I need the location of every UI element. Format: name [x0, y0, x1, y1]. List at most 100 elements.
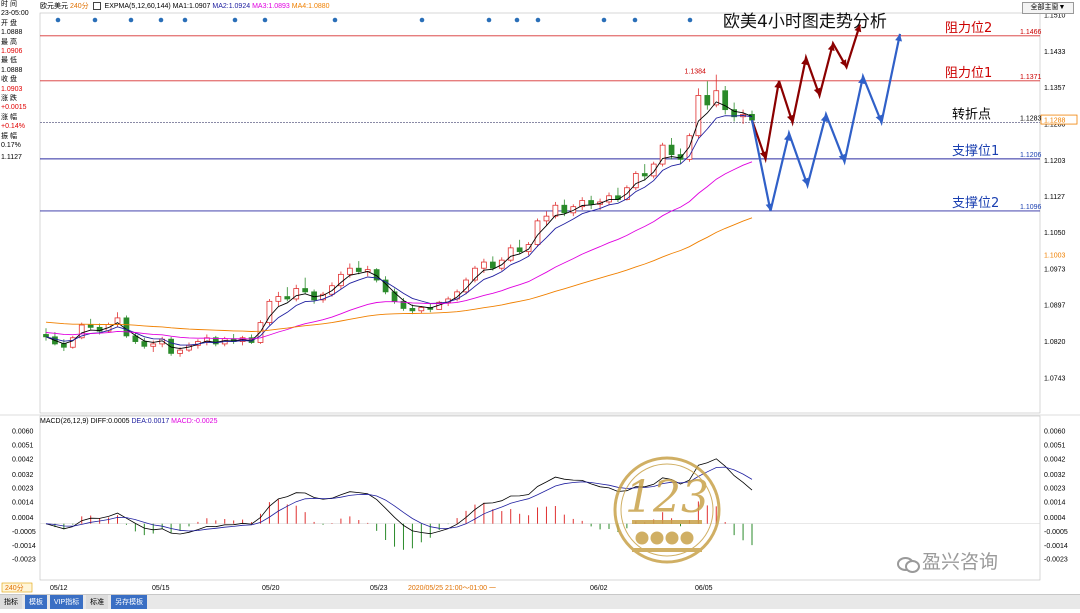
side-time-value: 23-05:00 — [1, 10, 29, 18]
side-pct-value: +0.14% — [1, 123, 25, 131]
tab-save-template[interactable]: 另存模板 — [111, 595, 148, 609]
checkbox-icon[interactable] — [92, 2, 101, 11]
ma4-value: MA4:1.0880 — [291, 3, 330, 10]
side-high-value: 1.0906 — [1, 48, 23, 56]
candle-body — [409, 308, 416, 312]
candle-body — [561, 204, 568, 214]
candle-body — [668, 144, 675, 156]
logo-bar-low — [632, 548, 702, 552]
candle-body — [606, 195, 612, 203]
event-dot — [687, 17, 693, 23]
symbol-label[interactable]: 欧元美元 — [40, 3, 68, 10]
event-dot — [514, 17, 520, 23]
level-name-label: 阻力位1 — [945, 66, 992, 81]
macd-tick-left: -0.0005 — [12, 529, 36, 536]
tab-indicator[interactable]: 指标 — [0, 595, 22, 609]
time-axis-label: 06/05 — [695, 585, 713, 592]
ema-60-line — [45, 161, 753, 340]
macd-name: MACD(26,12,9) — [40, 418, 89, 425]
logo-dot — [680, 531, 694, 545]
candle-body — [61, 343, 67, 348]
price-frame — [39, 12, 1041, 414]
side-pct-label: 涨 幅 — [1, 113, 17, 121]
level-value-label: 1.1466 — [1020, 29, 1042, 36]
side-price-mark: 1.1127 — [1, 153, 22, 161]
macd-tick-left: 0.0060 — [12, 429, 34, 436]
level-value-label: 1.1371 — [1020, 74, 1042, 81]
macd-tick-right: 0.0060 — [1044, 429, 1066, 436]
event-dot — [632, 17, 638, 23]
macd-diff: DIFF:0.0005 — [90, 418, 130, 425]
ma2-value: MA2:1.0924 — [212, 3, 251, 10]
time-axis-label: 05/12 — [50, 585, 68, 592]
price-tick-label: 1.1357 — [1044, 85, 1066, 92]
macd-tick-left: 0.0004 — [12, 515, 34, 522]
time-axis-label: 05/15 — [152, 585, 170, 592]
side-low-label: 最 低 — [1, 57, 17, 65]
event-dot — [158, 17, 164, 23]
side-open-label: 开 盘 — [1, 19, 17, 27]
candle-body — [615, 195, 621, 200]
logo-dot — [635, 531, 649, 545]
candle-body — [275, 296, 282, 302]
period-tag: 240分 — [5, 583, 24, 592]
event-dot — [128, 17, 134, 23]
macd-tick-left: -0.0023 — [12, 557, 36, 564]
indicator-label[interactable]: EXPMA(5,12,60,144) — [105, 3, 171, 10]
event-dot — [332, 17, 338, 23]
macd-tick-left: 0.0023 — [12, 486, 34, 493]
candle-body — [704, 95, 711, 106]
side-open-value: 1.0888 — [1, 29, 23, 37]
side-high-label: 最 高 — [1, 38, 17, 46]
event-dot — [262, 17, 268, 23]
candle-body — [543, 215, 550, 222]
brand-text: 盈兴咨询 — [922, 551, 999, 573]
side-time-label: 时 间 — [1, 1, 17, 8]
candle-body — [552, 204, 559, 217]
tab-standard[interactable]: 标准 — [86, 595, 109, 609]
forecast-arrowhead — [787, 114, 794, 123]
price-tick-label: 1.0820 — [1044, 339, 1066, 346]
macd-tick-right: 0.0032 — [1044, 472, 1066, 479]
candle-body — [123, 317, 130, 337]
tab-template[interactable]: 模板 — [24, 595, 47, 609]
macd-tick-left: 0.0014 — [12, 500, 34, 507]
forecast-bull-path — [750, 24, 862, 164]
candle-body — [418, 307, 425, 312]
macd-tick-right: 0.0004 — [1044, 515, 1066, 522]
logo-bar — [632, 520, 702, 524]
macd-value: MACD:-0.0025 — [171, 418, 218, 425]
side-close-value: 1.0903 — [1, 85, 23, 93]
logo-dot — [665, 531, 679, 545]
current-price-label: 1.1288 — [1044, 118, 1066, 125]
macd-frame — [39, 415, 1041, 581]
side-amp-value: 0.17% — [1, 142, 21, 150]
macd-legend: MACD(26,12,9) DIFF:0.0005 DEA:0.0017 MAC… — [40, 418, 217, 428]
macd-tick-right: 0.0014 — [1044, 500, 1066, 507]
candle-body — [43, 334, 49, 338]
candle-body — [141, 341, 148, 347]
macd-tick-right: -0.0014 — [1044, 543, 1068, 550]
macd-tick-right: 0.0051 — [1044, 442, 1066, 449]
main-window-button[interactable]: 全部主窗▼ — [1022, 2, 1074, 14]
time-cursor-label: 2020/05/25 21:00～01:00 一 — [408, 585, 496, 592]
candle-body — [489, 261, 496, 269]
time-axis-label: 06/02 — [590, 585, 608, 592]
period-label[interactable]: 240分 — [70, 3, 89, 10]
price-tick-label: 1.1203 — [1044, 158, 1066, 165]
candle-body — [150, 343, 157, 347]
price-tick-label: 1.0897 — [1044, 303, 1066, 310]
level-name-label: 支撑位1 — [952, 144, 999, 159]
event-dot — [486, 17, 492, 23]
level-name-label: 转折点 — [952, 107, 991, 122]
tab-vip-indicator[interactable]: VIP指标 — [49, 595, 84, 609]
macd-tick-right: -0.0005 — [1044, 529, 1068, 536]
candle-body — [329, 285, 335, 295]
ema-144-line — [45, 217, 753, 332]
candle-body — [177, 349, 183, 354]
level-value-label: 1.1206 — [1020, 152, 1042, 159]
event-dot — [601, 17, 607, 23]
event-dot — [232, 17, 238, 23]
macd-tick-right: 0.0023 — [1044, 486, 1066, 493]
candle-body — [695, 95, 702, 137]
